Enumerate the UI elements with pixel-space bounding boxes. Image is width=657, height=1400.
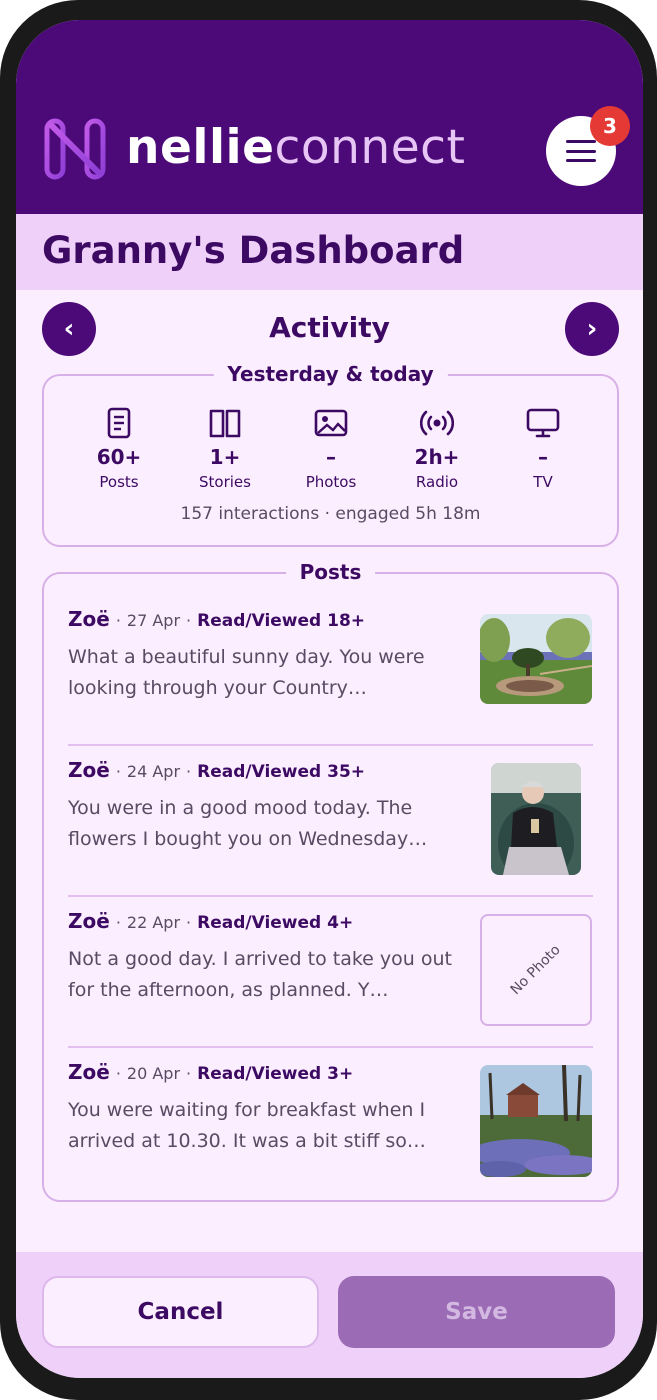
image-icon xyxy=(314,409,348,437)
post-date: 27 Apr xyxy=(126,611,181,630)
page-title: Granny's Dashboard xyxy=(42,229,465,272)
portrait-photo xyxy=(491,763,581,875)
post-item[interactable]: Zoë · 27 Apr · Read/Viewed 18+ What a beauti… xyxy=(68,586,593,736)
post-item[interactable]: Zoë · 20 Apr · Read/Viewed 3+ You were waiti… xyxy=(68,1039,593,1189)
post-thumbnail[interactable] xyxy=(480,1065,592,1177)
post-author: Zoë xyxy=(68,607,110,631)
post-item[interactable]: Zoë · 24 Apr · Read/Viewed 35+ You were in a… xyxy=(68,737,593,887)
tv-icon xyxy=(526,408,560,438)
post-excerpt: Not a good day. I arrived to take you ou… xyxy=(68,948,452,1001)
stat-radio: 2h+ Radio xyxy=(382,406,492,492)
garden-photo xyxy=(480,614,592,704)
post-reads: Read/Viewed 35+ xyxy=(197,762,366,782)
stat-value: 2h+ xyxy=(414,445,460,469)
post-excerpt: You were in a good mood today. The flowe… xyxy=(68,797,428,850)
post-thumbnail[interactable] xyxy=(491,763,581,875)
stat-tv: – TV xyxy=(488,406,598,492)
period-label: Yesterday & today xyxy=(213,361,448,387)
document-icon xyxy=(107,407,131,439)
post-meta: Zoë · 20 Apr · Read/Viewed 3+ xyxy=(68,1060,354,1084)
chevron-right-icon: › xyxy=(586,314,598,344)
post-date: 22 Apr xyxy=(126,913,181,932)
stats-row: 60+ Posts 1+ Stories – Photos 2h+ Radio … xyxy=(44,406,617,496)
phone-frame: nellieconnect 3 Granny's Dashboard ‹ Act… xyxy=(0,0,657,1400)
stat-label: TV xyxy=(533,473,553,491)
stat-photos: – Photos xyxy=(276,406,386,492)
post-thumbnail[interactable] xyxy=(480,614,592,704)
nellie-logo-icon xyxy=(44,118,106,180)
save-button[interactable]: Save xyxy=(338,1276,615,1348)
stat-value: – xyxy=(326,445,336,469)
stat-stories: 1+ Stories xyxy=(170,406,280,492)
posts-title: Posts xyxy=(285,559,376,585)
hamburger-icon xyxy=(566,140,596,162)
post-date: 24 Apr xyxy=(126,762,181,781)
book-icon xyxy=(209,409,241,438)
post-excerpt: What a beautiful sunny day. You were loo… xyxy=(68,646,425,699)
stat-label: Stories xyxy=(199,473,251,491)
stat-value: – xyxy=(538,445,548,469)
brand-name-bold: nellie xyxy=(126,120,275,175)
bluebell-photo xyxy=(480,1065,592,1177)
stat-value: 1+ xyxy=(209,445,241,469)
stat-posts: 60+ Posts xyxy=(64,406,174,492)
post-meta: Zoë · 24 Apr · Read/Viewed 35+ xyxy=(68,758,366,782)
stat-label: Radio xyxy=(415,473,459,491)
brand-name-light: connect xyxy=(274,120,466,175)
engagement-summary: 157 interactions · engaged 5h 18m xyxy=(180,504,481,524)
post-reads: Read/Viewed 4+ xyxy=(197,913,354,933)
radio-icon xyxy=(420,410,454,436)
activity-title: Activity xyxy=(269,311,390,344)
stat-value: 60+ xyxy=(96,445,142,469)
post-reads: Read/Viewed 18+ xyxy=(197,611,366,631)
stat-label: Posts xyxy=(99,473,139,491)
post-excerpt: You were waiting for breakfast when I ar… xyxy=(68,1099,426,1152)
post-item[interactable]: Zoë · 22 Apr · Read/Viewed 4+ Not a good day… xyxy=(68,888,593,1038)
footer-actions: Cancel Save xyxy=(16,1252,643,1378)
stat-label: Photos xyxy=(305,473,357,491)
no-photo-label: No Photo xyxy=(507,941,565,999)
activity-summary-card: Yesterday & today 60+ Posts 1+ Stories –… xyxy=(42,361,619,547)
cancel-button[interactable]: Cancel xyxy=(42,1276,319,1348)
post-meta: Zoë · 22 Apr · Read/Viewed 4+ xyxy=(68,909,354,933)
post-reads: Read/Viewed 3+ xyxy=(197,1064,354,1084)
post-date: 20 Apr xyxy=(126,1064,181,1083)
title-band: Granny's Dashboard xyxy=(16,214,643,290)
app-screen: nellieconnect 3 Granny's Dashboard ‹ Act… xyxy=(16,20,643,1378)
post-author: Zoë xyxy=(68,758,110,782)
post-meta: Zoë · 27 Apr · Read/Viewed 18+ xyxy=(68,607,366,631)
app-header: nellieconnect 3 xyxy=(16,20,643,214)
next-button[interactable]: › xyxy=(565,302,619,356)
post-author: Zoë xyxy=(68,909,110,933)
posts-card: Posts Zoë · 27 Apr · Read/Viewed 18+ What a … xyxy=(42,559,619,1202)
no-photo-placeholder: No Photo xyxy=(480,914,592,1026)
post-author: Zoë xyxy=(68,1060,110,1084)
brand-name: nellieconnect xyxy=(126,118,465,178)
notification-badge: 3 xyxy=(590,106,630,146)
